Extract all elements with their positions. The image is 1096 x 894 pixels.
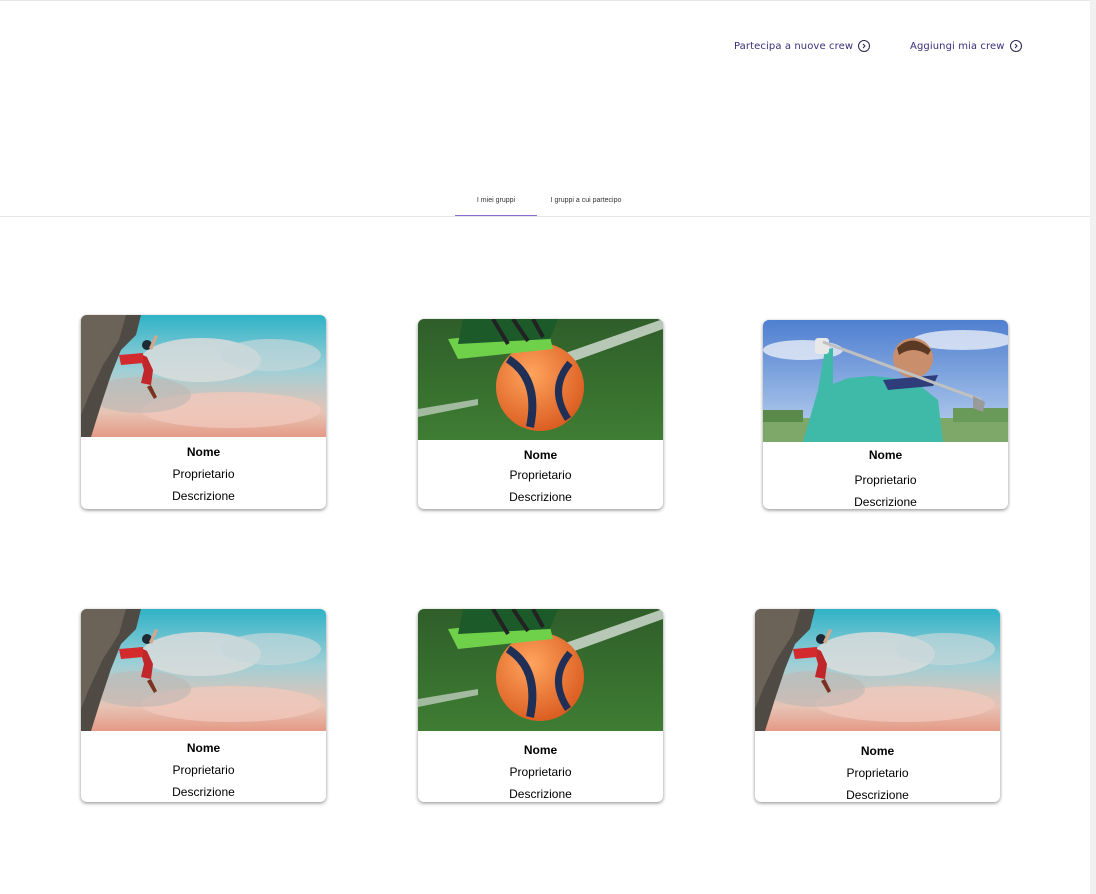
group-owner: Proprietario — [854, 473, 917, 487]
group-card[interactable]: Nome Proprietario Descrizione — [418, 319, 663, 509]
add-my-crew-label: Aggiungi mia crew — [910, 40, 1005, 52]
group-owner: Proprietario — [509, 765, 572, 779]
tabs-divider — [0, 216, 1090, 217]
group-name: Nome — [186, 445, 221, 459]
group-owner: Proprietario — [509, 468, 572, 482]
tab-joined-groups[interactable]: I gruppi a cui partecipo — [540, 197, 632, 216]
group-name: Nome — [523, 743, 558, 757]
group-card[interactable]: Nome Proprietario Descrizione — [763, 320, 1008, 509]
group-description: Descrizione — [854, 495, 917, 509]
group-image-soccer-ball — [418, 609, 663, 731]
group-image-climber — [755, 609, 1000, 731]
join-new-crew-label: Partecipa a nuove crew — [734, 40, 854, 52]
group-image-soccer-ball — [418, 319, 663, 440]
group-card[interactable]: Nome Proprietario Descrizione — [755, 609, 1000, 802]
group-image-golfer — [763, 320, 1008, 442]
group-name: Nome — [860, 744, 895, 758]
group-owner: Proprietario — [846, 766, 909, 780]
top-divider — [0, 0, 1096, 1]
add-my-crew-link[interactable]: Aggiungi mia crew — [910, 40, 1022, 52]
group-card[interactable]: Nome Proprietario Descrizione — [81, 609, 326, 802]
group-card[interactable]: Nome Proprietario Descrizione — [418, 609, 663, 802]
group-image-climber — [81, 609, 326, 731]
join-new-crew-link[interactable]: Partecipa a nuove crew — [734, 40, 871, 52]
group-name: Nome — [523, 448, 558, 462]
group-owner: Proprietario — [172, 467, 235, 481]
group-description: Descrizione — [172, 489, 235, 503]
tab-joined-groups-label: I gruppi a cui partecipo — [550, 197, 622, 204]
tab-my-groups-label: I miei gruppi — [476, 197, 516, 204]
group-name: Nome — [186, 741, 221, 755]
group-card[interactable]: Nome Proprietario Descrizione — [81, 315, 326, 509]
group-owner: Proprietario — [172, 763, 235, 777]
chevron-right-circle-icon — [1009, 40, 1022, 52]
group-description: Descrizione — [172, 785, 235, 799]
tab-my-groups[interactable]: I miei gruppi — [455, 197, 537, 217]
group-description: Descrizione — [509, 787, 572, 801]
group-image-climber — [81, 315, 326, 437]
scrollbar-track[interactable] — [1090, 0, 1096, 894]
group-description: Descrizione — [509, 490, 572, 504]
chevron-right-circle-icon — [858, 40, 871, 52]
group-description: Descrizione — [846, 788, 909, 802]
group-name: Nome — [868, 448, 903, 462]
